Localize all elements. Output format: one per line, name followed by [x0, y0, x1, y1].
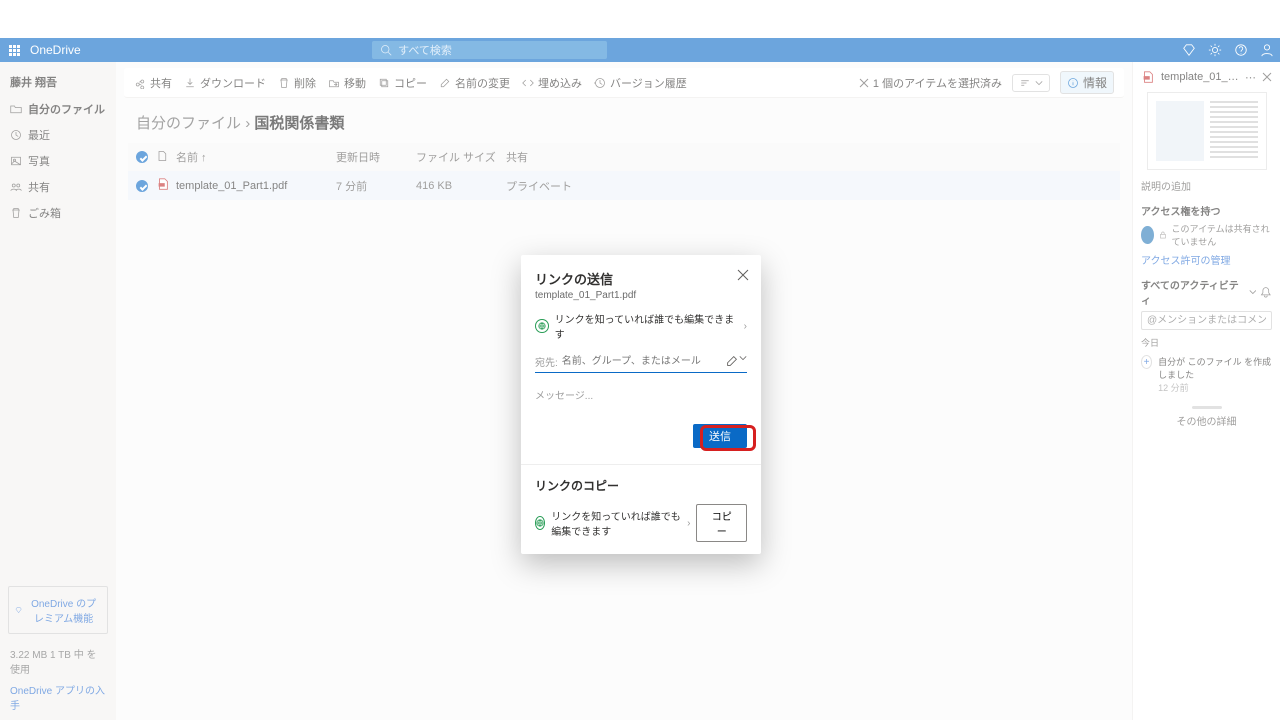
share-dialog: リンクの送信 template_01_Part1.pdf リンクを知っていれば誰… — [521, 255, 761, 554]
dialog-title: リンクの送信 — [535, 269, 747, 288]
permission-row[interactable]: リンクを知っていれば誰でも編集できます › — [535, 311, 747, 341]
globe-icon — [535, 319, 549, 333]
message-input[interactable]: メッセージ... — [535, 387, 747, 402]
chevron-right-icon: › — [687, 518, 690, 529]
recipient-input[interactable] — [562, 354, 725, 369]
globe-icon — [535, 516, 545, 530]
chevron-down-icon[interactable] — [739, 354, 747, 362]
copy-button[interactable]: コピー — [696, 504, 747, 542]
annotation-highlight — [700, 425, 756, 451]
chevron-right-icon: › — [744, 321, 747, 332]
pencil-icon[interactable] — [725, 354, 739, 368]
dialog-filename: template_01_Part1.pdf — [535, 290, 747, 301]
close-button[interactable] — [737, 269, 751, 283]
recipient-field[interactable]: 宛先: — [535, 351, 747, 373]
copy-permission-text[interactable]: リンクを知っていれば誰でも編集できます — [551, 508, 681, 538]
copy-title: リンクのコピー — [535, 477, 747, 494]
